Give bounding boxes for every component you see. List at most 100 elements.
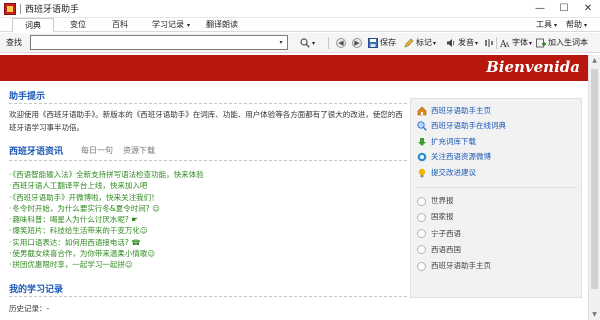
radio-button[interactable] — [417, 212, 426, 222]
radio-label: 宁子西语 — [431, 228, 461, 238]
maximize-button[interactable]: ☐ — [552, 0, 576, 16]
close-button[interactable]: ✕ — [576, 0, 600, 16]
radio-el-mundo[interactable]: 世界报 — [417, 193, 491, 209]
link-label: 西班牙语助手在线词典 — [431, 121, 506, 131]
news-item-text: 趣味科普：喝星人为什么讨厌水呢? ☛ — [12, 215, 138, 225]
search-input[interactable] — [31, 36, 275, 49]
quick-links-panel: 西班牙语助手主页 西班牙语助手在线词典 扩充词库下载 关注西语资源微博 提交改进… — [410, 98, 582, 298]
radio-el-pais[interactable]: 国家报 — [417, 209, 491, 225]
font-button[interactable]: A A 字体▾ — [500, 35, 532, 50]
link-label: 扩充词库下载 — [431, 136, 476, 146]
plus-book-icon — [536, 38, 546, 47]
tab-label: 变位 — [70, 20, 86, 29]
tools-menu[interactable]: 工具 ▾ — [536, 18, 557, 32]
radio-ningzi[interactable]: 宁子西语 — [417, 226, 491, 242]
news-item-text: 使男截女续喜合作，为你带来温柔小情歌☺ — [12, 249, 156, 259]
dashed-divider — [9, 160, 407, 161]
tab-dictionary[interactable]: 词典 — [12, 18, 54, 32]
pronounce-button[interactable]: 发音▾ — [446, 35, 478, 50]
news-item[interactable]: ·《西班牙语助手》开微博啦，快来关注我们！ — [9, 192, 369, 203]
pronounce-button-label: 发音 — [458, 38, 474, 47]
help-section-title: 助手提示 — [9, 92, 46, 102]
magnifier-icon — [300, 37, 310, 48]
scroll-down-icon[interactable]: ▼ — [589, 309, 600, 320]
window-title: 西班牙语助手 — [25, 5, 80, 15]
news-item[interactable]: ·《西语智能输入法》全新支持拼写语法检查功能，快来体验 — [9, 169, 369, 180]
font-icon: AA — [500, 40, 510, 48]
title-bar: 西班牙语助手 — ☐ ✕ — [0, 0, 600, 18]
pencil-icon — [404, 38, 414, 47]
bookmark-button-label: 标记 — [416, 38, 432, 47]
study-section-title: 我的学习记录 — [9, 285, 64, 295]
save-button[interactable]: 保存 — [368, 35, 396, 50]
news-item-text: 拼团优惠限时享，一起学习一起拼☺ — [12, 260, 133, 270]
news-item[interactable]: ·实用口语表达：如何用西语接电话? ☎ — [9, 237, 369, 248]
link-submit-feedback[interactable]: 提交改进建议 — [417, 165, 506, 180]
link-online-dictionary[interactable]: 西班牙语助手在线词典 — [417, 118, 506, 133]
news-item-text: 《西班牙语助手》开微博啦，快来关注我们！ — [12, 192, 159, 202]
radio-button[interactable] — [417, 261, 426, 271]
tab-study-records[interactable]: 学习记录 ▾ — [146, 18, 196, 32]
add-to-wordbook-label: 加入生词本 — [548, 38, 588, 47]
scroll-up-icon[interactable]: ▲ — [589, 55, 600, 66]
tools-menu-label: 工具 — [536, 20, 552, 29]
radio-button[interactable] — [417, 245, 426, 255]
minimize-button[interactable]: — — [528, 0, 552, 16]
chevron-down-icon: ▾ — [312, 40, 316, 47]
link-label: 西班牙语助手主页 — [431, 106, 491, 115]
play-button[interactable] — [484, 35, 496, 50]
news-item[interactable]: ·使男截女续喜合作，为你带来温柔小情歌☺ — [9, 248, 369, 259]
bookmark-button[interactable]: 标记▾ — [404, 35, 436, 50]
quick-links-list: 西班牙语助手主页 西班牙语助手在线词典 扩充词库下载 关注西语资源微博 提交改进… — [417, 103, 506, 180]
news-item[interactable]: ·趣味科普：喝星人为什么讨厌水呢? ☛ — [9, 214, 369, 225]
help-menu[interactable]: 帮助 ▾ — [566, 18, 587, 32]
chevron-down-icon: ▾ — [186, 22, 190, 29]
chevron-down-icon: ▾ — [433, 40, 437, 47]
radio-assistant-home[interactable]: 西班牙语助手主页 — [417, 258, 491, 274]
menu-bar: 词典 变位 百科 学习记录 ▾ 翻译朗读 工具 ▾ 帮助 ▾ — [0, 18, 600, 32]
forward-arrow-icon: ▶ — [352, 38, 362, 48]
home-icon — [417, 106, 427, 116]
dashed-divider — [9, 296, 407, 297]
font-button-label: 字体 — [512, 38, 528, 47]
link-home[interactable]: 西班牙语助手主页 — [417, 103, 506, 118]
scrollbar-thumb[interactable] — [591, 69, 598, 289]
toolbar-divider — [328, 37, 329, 49]
news-item-text: 《西语智能输入法》全新支持拼写语法检查功能，快来体验 — [12, 170, 204, 179]
lightbulb-icon — [418, 168, 426, 177]
search-dropdown-icon[interactable]: ▾ — [275, 36, 287, 49]
speaker-icon — [447, 38, 455, 47]
add-to-wordbook-button[interactable]: 加入生词本 — [536, 35, 588, 50]
tab-translate-read[interactable]: 翻译朗读 — [202, 18, 242, 32]
link-label: 提交改进建议 — [431, 167, 476, 177]
chevron-down-icon: ▾ — [554, 22, 558, 29]
radio-button[interactable] — [417, 196, 426, 206]
tab-daily-sentence[interactable]: 每日一句 — [81, 145, 113, 156]
radio-label: 西班牙语助手主页 — [431, 261, 491, 271]
news-item[interactable]: ·爆笑短片：科技给生活带来的千变万化☺ — [9, 225, 369, 236]
news-item[interactable]: ·冬令时开始，为什么要实行冬&夏令时间? ☺ — [9, 203, 369, 214]
search-button[interactable]: ▾ — [300, 35, 315, 50]
radio-xiyu-xiguo[interactable]: 西语西国 — [417, 242, 491, 258]
vertical-scrollbar[interactable]: ▲ ▼ — [588, 55, 600, 320]
news-item[interactable]: ·西班牙语人工翻译平台上线，快来加入吧 — [9, 180, 369, 191]
tab-label: 翻译朗读 — [206, 20, 238, 29]
search-box[interactable]: ▾ — [30, 35, 288, 50]
link-follow-weibo[interactable]: 关注西语资源微博 — [417, 149, 506, 164]
search-label: 查找 — [6, 38, 22, 47]
tab-spanish-news[interactable]: 西班牙语资讯 — [9, 144, 63, 157]
tab-resource-download[interactable]: 资源下载 — [123, 145, 155, 156]
tab-conjugation[interactable]: 变位 — [60, 18, 96, 32]
radio-button[interactable] — [417, 229, 426, 239]
news-item-text: 爆笑短片：科技给生活带来的千变万化☺ — [12, 226, 148, 236]
news-item[interactable]: ·拼团优惠限时享，一起学习一起拼☺ — [9, 259, 369, 270]
back-button[interactable]: ◀ — [336, 35, 346, 50]
title-separator — [20, 3, 21, 14]
help-section-text: 欢迎使用《西班牙语助手》。新版本的《西班牙语助手》在词库、功能、用户体验等各方面… — [9, 110, 403, 132]
chevron-down-icon: ▾ — [529, 40, 533, 47]
tab-encyclopedia[interactable]: 百科 — [102, 18, 138, 32]
radio-label: 世界报 — [431, 196, 454, 205]
forward-button[interactable]: ▶ — [352, 35, 362, 50]
link-download-lexicon[interactable]: 扩充词库下载 — [417, 134, 506, 149]
source-radio-list: 世界报 国家报 宁子西语 西语西国 西班牙语助手主页 — [417, 193, 491, 274]
